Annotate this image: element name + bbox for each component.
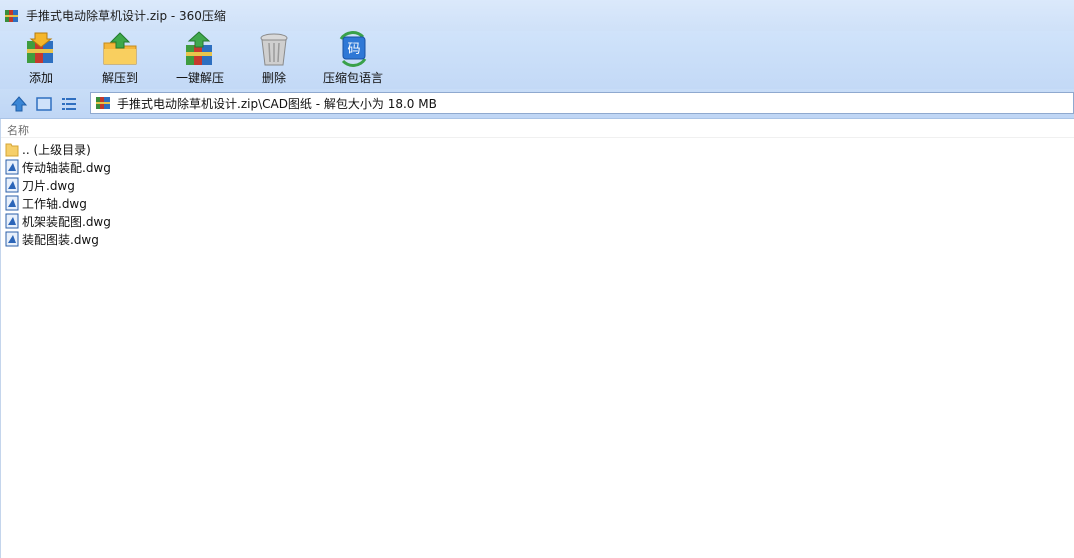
file-list: 名称 .. (上级目录) 传动轴装配.dwg 刀片.dwg 工作轴.dwg 机架…	[0, 119, 1074, 558]
file-name: 工作轴.dwg	[22, 196, 87, 211]
address-path: 手推式电动除草机设计.zip\CAD图纸 - 解包大小为 18.0 MB	[117, 96, 437, 111]
archive-language-icon: 码	[333, 31, 373, 67]
add-books-icon	[21, 31, 61, 67]
file-name: 刀片.dwg	[22, 178, 75, 193]
list-item[interactable]: 传动轴装配.dwg	[5, 158, 111, 176]
header-divider	[1, 137, 1074, 138]
dwg-file-icon	[5, 159, 19, 175]
delete-button[interactable]: 删除	[256, 31, 292, 89]
extract-to-label: 解压到	[101, 71, 138, 85]
list-view-icon[interactable]	[60, 95, 78, 113]
dwg-file-icon	[5, 231, 19, 247]
file-name: 传动轴装配.dwg	[22, 160, 111, 175]
one-click-extract-label: 一键解压	[175, 71, 224, 85]
list-item[interactable]: 刀片.dwg	[5, 176, 75, 194]
dwg-file-icon	[5, 177, 19, 193]
archive-app-icon	[4, 8, 20, 24]
title-bar: 手推式电动除草机设计.zip - 360压缩	[0, 0, 1074, 31]
address-bar: 手推式电动除草机设计.zip\CAD图纸 - 解包大小为 18.0 MB	[0, 89, 1074, 119]
dwg-file-icon	[5, 213, 19, 229]
list-item-parent-directory[interactable]: .. (上级目录)	[5, 140, 91, 158]
one-click-extract-icon	[180, 31, 220, 67]
list-item[interactable]: 工作轴.dwg	[5, 194, 87, 212]
large-icon-view-icon[interactable]	[35, 95, 53, 113]
file-name: 机架装配图.dwg	[22, 214, 111, 229]
add-button-label: 添加	[28, 71, 53, 85]
archive-language-button[interactable]: 码 压缩包语言	[322, 31, 384, 89]
delete-label: 删除	[261, 71, 286, 85]
one-click-extract-button[interactable]: 一键解压	[174, 31, 226, 89]
window-title: 手推式电动除草机设计.zip - 360压缩	[26, 9, 226, 23]
dwg-file-icon	[5, 195, 19, 211]
list-item[interactable]: 装配图装.dwg	[5, 230, 99, 248]
up-arrow-icon[interactable]	[10, 95, 28, 113]
zip-archive-icon	[95, 96, 111, 110]
file-name: .. (上级目录)	[22, 142, 91, 157]
trash-can-icon	[254, 31, 294, 67]
address-field[interactable]: 手推式电动除草机设计.zip\CAD图纸 - 解包大小为 18.0 MB	[90, 92, 1074, 114]
toolbar: 添加 解压到 一键解压 删除 码 压缩包语言	[0, 31, 1074, 89]
archive-language-label: 压缩包语言	[322, 71, 383, 85]
list-item[interactable]: 机架装配图.dwg	[5, 212, 111, 230]
extract-folder-icon	[100, 31, 140, 67]
column-header-name[interactable]: 名称	[7, 122, 29, 138]
add-button[interactable]: 添加	[20, 31, 62, 89]
file-name: 装配图装.dwg	[22, 232, 99, 247]
folder-icon	[5, 141, 19, 157]
extract-to-button[interactable]: 解压到	[96, 31, 144, 89]
svg-text:码: 码	[347, 42, 360, 57]
